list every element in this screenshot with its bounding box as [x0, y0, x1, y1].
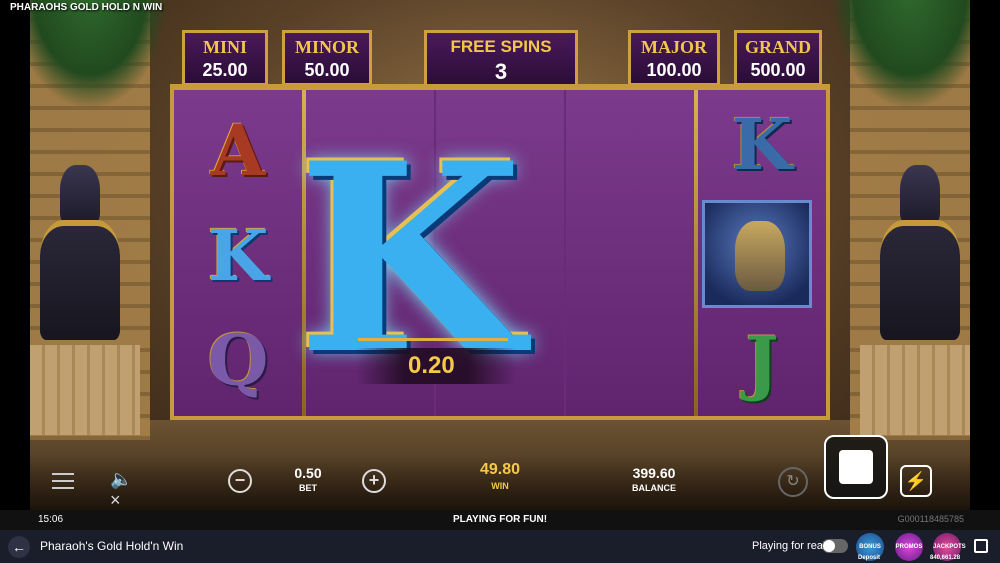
symbol-k: K: [731, 102, 793, 186]
jackpot-label: MINI: [203, 37, 247, 57]
round-id: G000118485785: [897, 514, 964, 524]
play-mode-label: PLAYING FOR FUN!: [452, 514, 548, 525]
free-spins-counter: FREE SPINS 3: [424, 30, 578, 90]
jackpot-major: MAJOR 100.00: [628, 30, 720, 86]
play-real-toggle[interactable]: [822, 539, 848, 553]
win-line: [358, 338, 508, 341]
pharaoh-wild-icon: [702, 200, 812, 308]
symbol-j: J: [745, 320, 779, 404]
bet-increase-button[interactable]: +: [362, 469, 386, 493]
symbol-k: K: [207, 213, 269, 297]
anubis-statue-left: [30, 165, 120, 365]
game-screen: MINI 25.00 MINOR 50.00 FREE SPINS 3 MAJO…: [0, 0, 1000, 563]
turbo-icon[interactable]: ⚡: [900, 465, 932, 497]
game-title: PHARAOHS GOLD HOLD N WIN: [10, 2, 163, 13]
menu-icon[interactable]: [52, 473, 74, 489]
jackpot-value: 500.00: [750, 60, 806, 80]
symbol-a: A: [210, 108, 266, 192]
jackpot-grand: GRAND 500.00: [734, 30, 822, 86]
jackpot-value: 25.00: [202, 60, 248, 80]
palm-leaves-right: [830, 0, 970, 110]
palm-leaves-left: [30, 0, 170, 110]
anubis-statue-right: [870, 165, 960, 365]
stop-icon: [839, 450, 873, 484]
back-arrow-icon[interactable]: ←: [8, 536, 30, 558]
jackpots-amount: 840,661.28: [930, 555, 961, 561]
control-bar: 🔈× − 0.50 BET + 49.80 WIN 399.60 BALANCE…: [30, 435, 970, 511]
bet-decrease-button[interactable]: −: [228, 469, 252, 493]
status-bar: 15:06 PLAYING FOR FUN! G000118485785: [0, 510, 1000, 530]
bonus-deposit-caption: Deposit: [858, 555, 881, 561]
balance-value: 399.60: [632, 465, 676, 481]
free-spins-label: FREE SPINS: [450, 37, 552, 56]
site-footer-bar: ← Pharaoh's Gold Hold'n Win Playing for …: [0, 530, 1000, 563]
jackpot-value: 100.00: [646, 60, 702, 80]
win-display: 49.80 WIN: [460, 461, 540, 491]
symbol-q: Q: [207, 318, 269, 402]
win-label: WIN: [491, 481, 509, 491]
bet-display: 0.50 BET: [278, 465, 338, 493]
play-real-label: Playing for real: [752, 540, 826, 552]
autoplay-icon[interactable]: ↻: [778, 467, 808, 497]
spin-stop-button[interactable]: [824, 435, 888, 499]
jackpot-minor: MINOR 50.00: [282, 30, 372, 86]
game-viewport: MINI 25.00 MINOR 50.00 FREE SPINS 3 MAJO…: [30, 0, 970, 510]
jackpot-label: GRAND: [745, 37, 811, 57]
fullscreen-icon[interactable]: [974, 539, 988, 553]
line-win-amount: 0.20: [408, 352, 455, 379]
balance-display: 399.60 BALANCE: [614, 465, 694, 493]
sound-muted-icon[interactable]: 🔈×: [110, 469, 140, 510]
free-spins-value: 3: [494, 59, 508, 84]
jackpot-mini: MINI 25.00: [182, 30, 268, 86]
bet-label: BET: [299, 483, 317, 493]
win-value: 49.80: [479, 461, 521, 478]
jackpot-label: MINOR: [295, 37, 359, 57]
reel-4: [566, 90, 694, 416]
jackpot-value: 50.00: [304, 60, 350, 80]
footer-game-title: Pharaoh's Gold Hold'n Win: [40, 539, 184, 553]
reel-1: A K Q: [174, 90, 302, 416]
jackpot-label: MAJOR: [641, 37, 707, 57]
balance-label: BALANCE: [632, 483, 676, 493]
bet-value: 0.50: [294, 465, 322, 481]
promos-icon[interactable]: PROMOS: [895, 533, 923, 561]
